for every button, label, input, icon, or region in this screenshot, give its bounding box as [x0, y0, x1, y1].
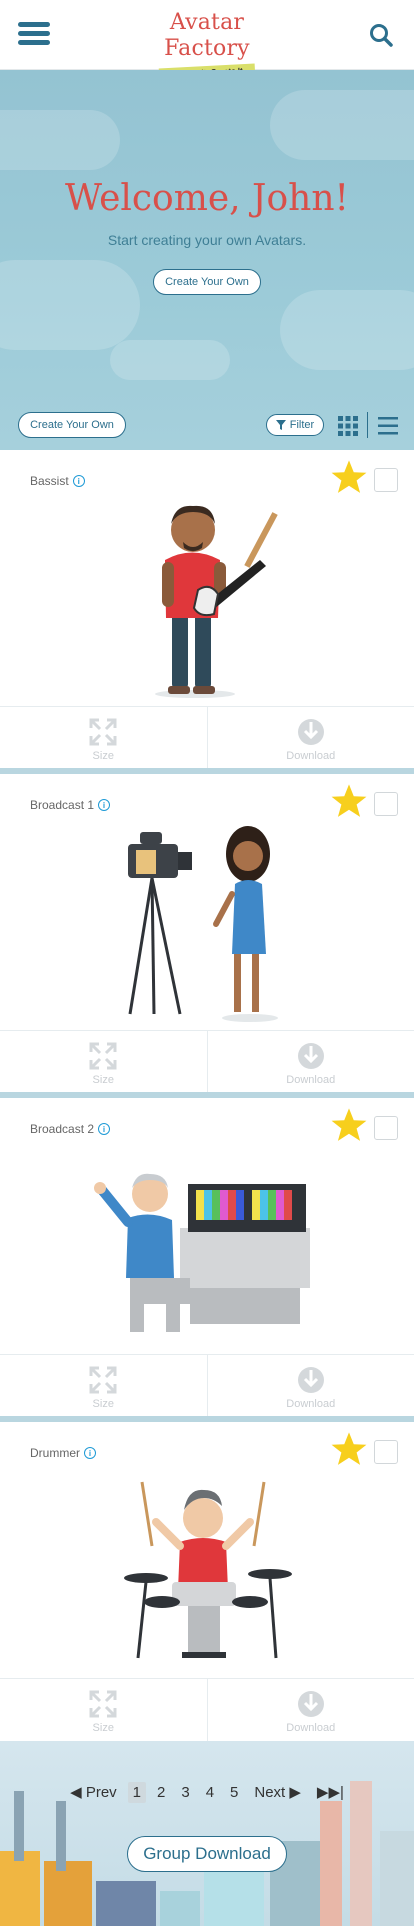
size-label: Size [92, 749, 114, 762]
hamburger-icon[interactable] [18, 22, 50, 48]
avatar-card: Bassist i Size Download [0, 450, 414, 774]
factory-skyline-illustration [0, 1781, 414, 1926]
next-label: Next [254, 1784, 286, 1801]
size-label: Size [92, 1721, 114, 1734]
card-actions: Size Download [0, 1030, 414, 1096]
size-button[interactable]: Size [0, 707, 207, 772]
info-icon[interactable]: i [98, 1123, 111, 1135]
hero-subtitle: Start creating your own Avatars. [107, 232, 307, 248]
avatar-card: Drummer i Size Download [0, 1422, 414, 1746]
download-button[interactable]: Download [206, 1679, 414, 1744]
broadcast-camera-illustration [128, 826, 278, 1022]
download-label: Download [286, 1073, 336, 1086]
page-button-5[interactable]: 5 [225, 1782, 243, 1803]
avatar-card: Broadcast 1 i Size Download [0, 774, 414, 1098]
search-icon[interactable] [368, 22, 394, 48]
size-label: Size [92, 1073, 114, 1086]
hero-title: Welcome, John! [65, 178, 349, 219]
download-button[interactable]: Download [206, 707, 414, 772]
page-button-3[interactable]: 3 [176, 1782, 194, 1803]
last-page-icon[interactable]: ▶▶| [312, 1781, 349, 1803]
avatar-name: Bassist [30, 474, 69, 488]
filter-label: Filter [289, 419, 315, 431]
size-button[interactable]: Size [0, 1355, 207, 1420]
info-icon[interactable]: i [84, 1447, 96, 1459]
bassist-illustration [155, 505, 278, 698]
download-label: Download [286, 1721, 336, 1734]
avatar-title: Bassist i [30, 474, 85, 488]
page-button-4[interactable]: 4 [201, 1782, 219, 1803]
hero-banner: Welcome, John! Start creating your own A… [0, 70, 414, 450]
select-checkbox[interactable] [374, 1440, 398, 1464]
favorite-star-icon[interactable] [330, 458, 368, 496]
grid-view-icon[interactable] [338, 416, 358, 436]
hero-create-button[interactable]: Create Your Own [153, 269, 261, 295]
avatar-name: Broadcast 1 [30, 798, 95, 812]
page-button-2[interactable]: 2 [152, 1782, 170, 1803]
favorite-star-icon[interactable] [330, 782, 368, 820]
select-checkbox[interactable] [374, 468, 398, 492]
avatar-title: Broadcast 1 i [30, 798, 111, 812]
expand-icon [89, 1366, 117, 1393]
expand-icon [89, 1690, 117, 1717]
size-button[interactable]: Size [0, 1679, 207, 1744]
download-button[interactable]: Download [206, 1031, 414, 1096]
card-actions: Size Download [0, 706, 414, 772]
size-button[interactable]: Size [0, 1031, 207, 1096]
select-checkbox[interactable] [374, 792, 398, 816]
filter-button[interactable]: Filter [266, 414, 324, 436]
list-view-icon[interactable] [378, 417, 398, 435]
group-download-button[interactable]: Group Download [127, 1836, 287, 1872]
download-icon [297, 1366, 324, 1393]
logo[interactable]: Avatar Factory Imagine It. Create It. [132, 10, 282, 82]
drummer-illustration [124, 1481, 292, 1659]
footer: ◀ Prev 1 2 3 4 5 Next ▶ ▶▶| Group Downlo… [0, 1741, 414, 1926]
favorite-star-icon[interactable] [330, 1430, 368, 1468]
avatar-name: Drummer [30, 1446, 80, 1460]
download-button[interactable]: Download [206, 1355, 414, 1420]
next-page-button[interactable]: Next ▶ [249, 1781, 306, 1803]
logo-title: Avatar Factory [164, 10, 250, 61]
download-label: Download [286, 1397, 336, 1410]
avatar-title: Drummer i [30, 1446, 96, 1460]
filter-icon [275, 420, 286, 430]
card-actions: Size Download [0, 1354, 414, 1420]
info-icon[interactable]: i [98, 799, 111, 811]
download-icon [297, 1690, 324, 1717]
download-icon [297, 718, 324, 745]
prev-page-button[interactable]: ◀ Prev [65, 1781, 122, 1803]
download-icon [297, 1042, 324, 1069]
view-divider [367, 412, 368, 438]
toolbar-create-button[interactable]: Create Your Own [18, 412, 126, 438]
avatar-card: Broadcast 2 i Size Download [0, 1098, 414, 1422]
avatar-title: Broadcast 2 i [30, 1122, 111, 1136]
avatar-name: Broadcast 2 [30, 1122, 95, 1136]
control-room-illustration [94, 1173, 310, 1332]
card-actions: Size Download [0, 1678, 414, 1744]
expand-icon [89, 718, 117, 745]
pagination: ◀ Prev 1 2 3 4 5 Next ▶ ▶▶| [0, 1781, 414, 1803]
download-label: Download [286, 749, 336, 762]
app-header: Avatar Factory Imagine It. Create It. [0, 0, 414, 82]
expand-icon [89, 1042, 117, 1069]
prev-label: Prev [85, 1784, 117, 1801]
info-icon[interactable]: i [72, 475, 85, 487]
size-label: Size [92, 1397, 114, 1410]
page-button-1[interactable]: 1 [127, 1781, 146, 1803]
favorite-star-icon[interactable] [330, 1106, 368, 1144]
select-checkbox[interactable] [374, 1116, 398, 1140]
